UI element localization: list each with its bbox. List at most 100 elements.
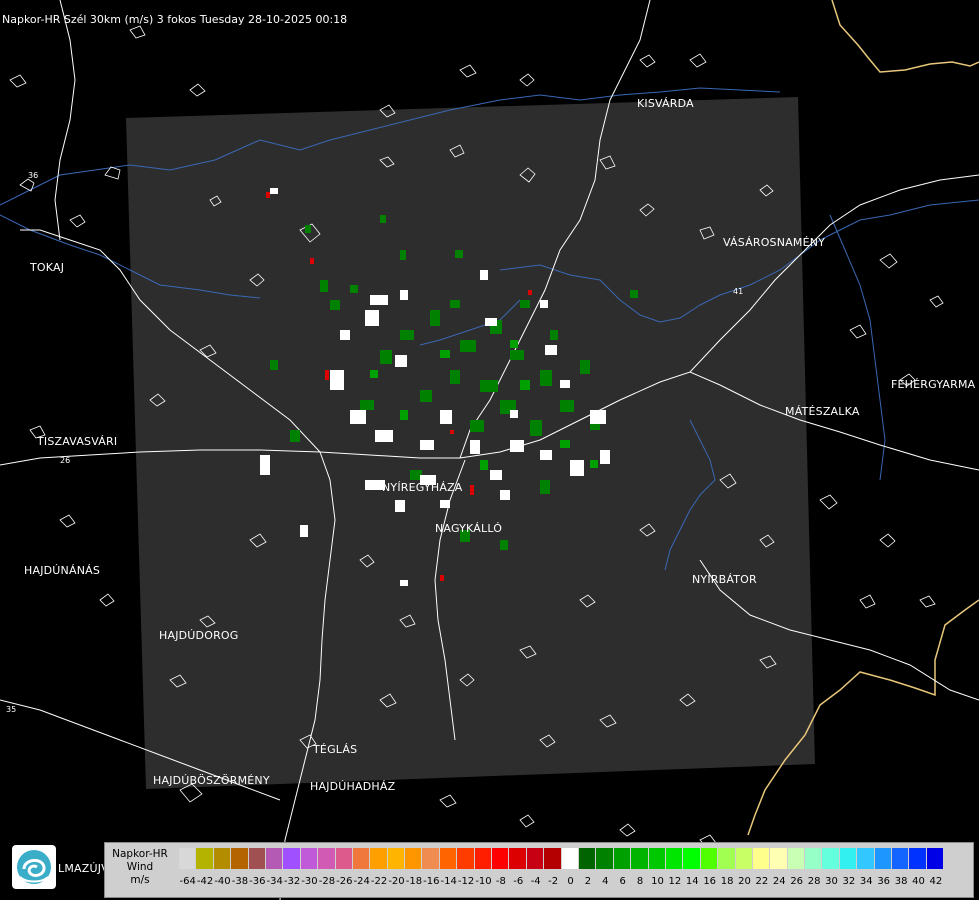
- city-label: NYÍRBÁTOR: [692, 573, 757, 586]
- legend-swatch: [474, 848, 493, 869]
- legend-swatch: [613, 848, 632, 869]
- city-label: HAJDÚDOROG: [159, 629, 239, 642]
- legend-tick-label: 0: [567, 876, 574, 887]
- legend-tick-label: -22: [370, 876, 388, 887]
- legend-tick-label: 32: [842, 876, 856, 887]
- legend-swatch: [457, 848, 475, 869]
- road-number-label: 41: [733, 287, 743, 296]
- legend-swatch: [700, 848, 719, 869]
- legend-tick-label: 12: [668, 876, 682, 887]
- road-number-label: 26: [60, 456, 70, 465]
- road-number-label: 36: [28, 171, 38, 180]
- legend-swatch: [822, 848, 840, 869]
- legend-tick-label: 14: [685, 876, 699, 887]
- legend-tick-label: -12: [457, 876, 475, 887]
- legend-swatch: [300, 848, 319, 869]
- city-label: NAGYKÁLLÓ: [435, 522, 503, 535]
- legend-tick-label: 22: [755, 876, 769, 887]
- legend-swatch: [665, 848, 684, 869]
- legend-tick-label: -26: [336, 876, 353, 887]
- legend-tick-label: -20: [388, 876, 405, 887]
- legend-swatch: [318, 848, 336, 869]
- color-scale-legend: Napkor-HR Wind m/s -64 -42 -40 -38 -36 -34 -32…: [104, 842, 974, 898]
- legend-tick-label: 36: [877, 876, 891, 887]
- city-label: FEHÉRGYARMA: [891, 378, 976, 391]
- legend-swatch: [561, 848, 579, 869]
- city-label: TÉGLÁS: [313, 743, 358, 756]
- legend-swatch: [874, 848, 893, 869]
- legend-swatch: [683, 848, 701, 869]
- legend-tick-label: -34: [266, 876, 283, 887]
- city-label: HAJDÚBÖSZÖRMÉNY: [153, 774, 270, 787]
- city-label: HAJDÚNÁNÁS: [24, 564, 101, 577]
- legend-tick-label: -6: [513, 876, 524, 887]
- legend-swatch: [578, 848, 597, 869]
- legend-tick-label: -64: [179, 876, 196, 887]
- city-label: KISVÁRDA: [637, 97, 694, 110]
- legend-swatch: [544, 848, 562, 869]
- legend-swatch: [405, 848, 423, 869]
- map-title: Napkor-HR Szél 30km (m/s) 3 fokos Tuesda…: [2, 13, 348, 26]
- legend-swatch: [231, 848, 249, 869]
- road-number-label: 35: [6, 705, 16, 714]
- city-label: TOKAJ: [30, 261, 65, 274]
- legend-swatch: [752, 848, 771, 869]
- legend-tick-label: 2: [584, 876, 592, 887]
- legend-swatch: [631, 848, 649, 869]
- radar-map: 36 41 35 26: [0, 0, 979, 900]
- legend-unit: m/s: [130, 874, 150, 886]
- legend-swatches: [179, 848, 945, 869]
- legend-swatch: [352, 848, 371, 869]
- legend-title: Napkor-HR: [112, 848, 168, 860]
- legend-tick-label: 16: [703, 876, 717, 887]
- legend-tick-label: -8: [495, 876, 506, 887]
- legend-tick-label: -42: [196, 876, 214, 887]
- legend-swatch: [718, 848, 736, 869]
- legend-swatch: [857, 848, 875, 869]
- legend-swatch: [787, 848, 806, 869]
- legend-subtitle: Wind: [126, 861, 154, 873]
- legend-swatch: [422, 848, 440, 869]
- city-label: VÁSÁROSNAMÉNY: [723, 236, 826, 249]
- legend-swatch: [387, 848, 406, 869]
- legend-tick-label: 28: [807, 876, 821, 887]
- legend-tick-label: -18: [405, 876, 423, 887]
- legend-swatch: [283, 848, 301, 869]
- city-label: TISZAVASVÁRI: [37, 435, 118, 448]
- legend-tick-label: 34: [859, 876, 873, 887]
- legend-label: Napkor-HR Wind m/s: [105, 843, 175, 899]
- legend-swatch: [370, 848, 388, 869]
- legend-swatch: [892, 848, 910, 869]
- legend-tick-label: 26: [790, 876, 804, 887]
- legend-swatch: [648, 848, 666, 869]
- legend-tick-label: 10: [651, 876, 664, 887]
- city-label: MÁTÉSZALKA: [785, 405, 860, 418]
- legend-swatch: [492, 848, 510, 869]
- legend-tick-label: -4: [530, 876, 541, 887]
- legend-tick-label: 18: [720, 876, 734, 887]
- legend-swatch: [213, 848, 232, 869]
- legend-swatch: [439, 848, 458, 869]
- city-label: HAJDÚHADHÁZ: [310, 780, 396, 793]
- legend-swatch: [735, 848, 753, 869]
- legend-tick-label: 20: [738, 876, 751, 887]
- legend-tick-label: -28: [318, 876, 336, 887]
- legend-tick-label: -10: [475, 876, 492, 887]
- legend-swatch: [805, 848, 823, 869]
- legend-swatch: [770, 848, 788, 869]
- legend-swatch: [196, 848, 214, 869]
- legend-tick-label: -24: [353, 876, 370, 887]
- legend-tick-label: -38: [231, 876, 249, 887]
- legend-tick-label: 42: [929, 876, 943, 887]
- legend-tick-label: -30: [301, 876, 318, 887]
- legend-swatch: [909, 848, 927, 869]
- legend-swatch: [335, 848, 353, 869]
- legend-tick-label: -2: [548, 876, 559, 887]
- legend-swatch: [926, 848, 945, 869]
- legend-tick-label: -40: [214, 876, 231, 887]
- legend-tick-label: -14: [440, 876, 457, 887]
- legend-tick-label: -16: [423, 876, 440, 887]
- legend-tick-label: 40: [912, 876, 925, 887]
- legend-tick-label: 38: [894, 876, 908, 887]
- napkor-logo-icon: [12, 845, 56, 889]
